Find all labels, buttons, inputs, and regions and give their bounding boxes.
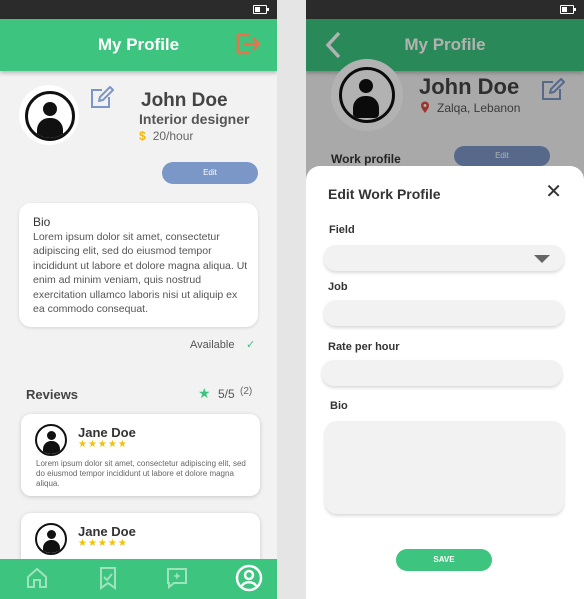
edit-work-profile-screen: My Profile John Doe Zalqa, Lebanon Work … xyxy=(306,0,584,599)
dollar-icon: $ xyxy=(139,129,146,143)
rating-count: (2) xyxy=(240,386,253,397)
bio-textarea[interactable] xyxy=(325,421,564,514)
status-bar xyxy=(0,0,277,19)
app-bar: My Profile xyxy=(0,19,277,71)
bookmark-icon[interactable] xyxy=(96,566,120,595)
profile-screen: My Profile John Doe Interior designer $2… xyxy=(0,0,277,599)
reviewer-name: Jane Doe xyxy=(78,524,136,539)
rate-input[interactable] xyxy=(322,360,562,386)
reviewer-avatar xyxy=(35,424,67,456)
avatar xyxy=(19,85,79,145)
profile-icon[interactable] xyxy=(235,564,263,597)
rating-value: 5/5 xyxy=(218,387,235,401)
bio-text: Lorem ipsum dolor sit amet, consectetur … xyxy=(33,231,248,316)
sheet-title: Edit Work Profile xyxy=(328,186,441,202)
review-stars: ★★★★★ xyxy=(78,538,128,549)
reviewer-avatar xyxy=(35,523,67,555)
reviews-title: Reviews xyxy=(26,387,79,402)
bio-title: Bio xyxy=(33,215,51,229)
battery-icon xyxy=(560,5,576,14)
rate-label: Rate per hour xyxy=(328,341,400,353)
review-stars: ★★★★★ xyxy=(78,439,128,450)
edit-photo-icon[interactable] xyxy=(89,86,115,115)
battery-icon xyxy=(253,5,269,14)
logout-icon[interactable] xyxy=(235,32,261,61)
edit-button[interactable]: Edit xyxy=(162,162,258,184)
reviewer-name: Jane Doe xyxy=(78,425,136,440)
field-select[interactable] xyxy=(324,245,564,271)
status-bar xyxy=(306,0,584,19)
save-button[interactable]: SAVE xyxy=(396,549,492,571)
check-icon: ✓ xyxy=(246,339,256,351)
job-label: Job xyxy=(328,281,348,293)
profile-rate: $20/hour xyxy=(139,129,194,143)
home-icon[interactable] xyxy=(25,566,49,595)
bottom-nav xyxy=(0,559,277,599)
profile-name: John Doe xyxy=(141,90,228,111)
bio-label: Bio xyxy=(330,400,348,412)
close-icon[interactable]: ✕ xyxy=(545,182,562,202)
chat-icon[interactable] xyxy=(165,566,189,595)
job-input[interactable] xyxy=(324,300,564,326)
field-label: Field xyxy=(329,224,355,236)
star-icon: ★ xyxy=(198,385,211,401)
dropdown-arrow-icon xyxy=(534,255,550,263)
profile-job: Interior designer xyxy=(139,111,250,127)
bio-card: Bio Lorem ipsum dolor sit amet, consecte… xyxy=(19,203,258,327)
availability-label: Available xyxy=(190,339,235,351)
review-card[interactable]: Jane Doe ★★★★★ Lorem ipsum dolor sit ame… xyxy=(21,414,260,496)
edit-work-profile-sheet: Edit Work Profile ✕ Field Job Rate per h… xyxy=(306,166,584,599)
review-text: Lorem ipsum dolor sit amet, consectetur … xyxy=(36,459,246,488)
